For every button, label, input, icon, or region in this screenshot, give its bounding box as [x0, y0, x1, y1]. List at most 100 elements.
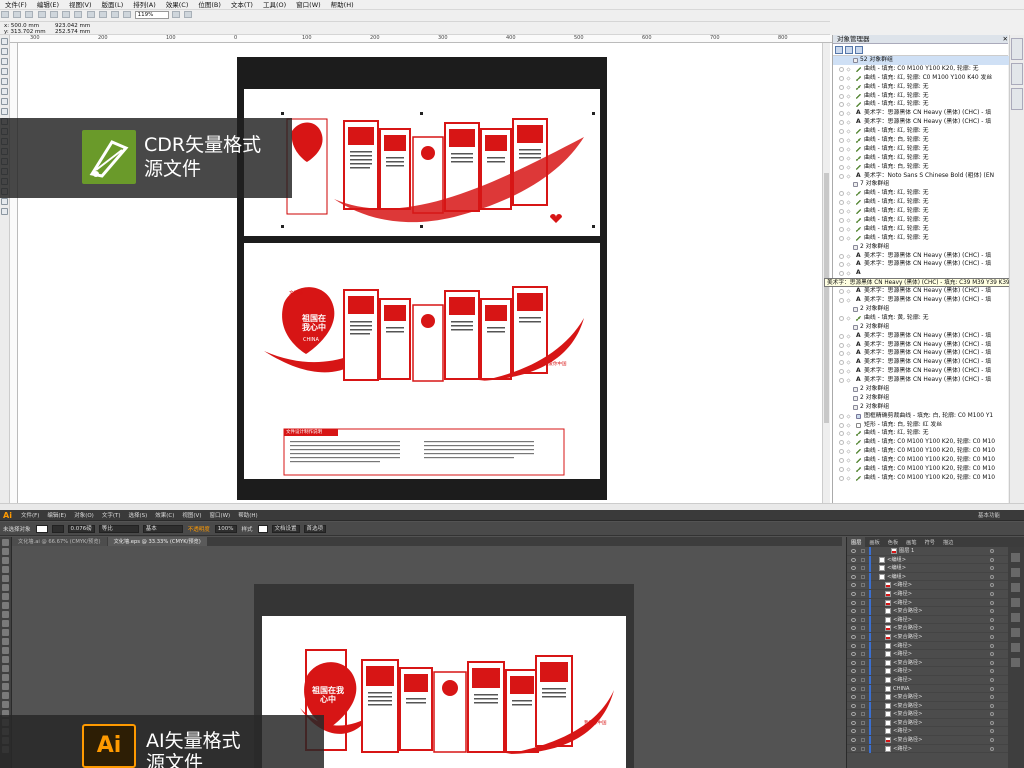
print-toggle-icon[interactable] — [846, 173, 851, 179]
object-row[interactable]: A美术字：思源黑体 CN Heavy (黑体) (CHC) - 填 — [833, 252, 1009, 261]
visibility-eye-icon[interactable] — [839, 209, 844, 215]
fill-tool-icon[interactable] — [1, 198, 8, 205]
ai-menu-item[interactable]: 对象(O) — [70, 511, 98, 519]
cut-icon[interactable] — [49, 11, 58, 18]
visibility-eye-icon[interactable] — [839, 449, 844, 455]
print-toggle-icon[interactable] — [846, 93, 851, 99]
layer-target-icon[interactable] — [990, 626, 994, 631]
mesh-icon[interactable] — [2, 674, 9, 681]
object-group-row[interactable]: 2 对象群组 — [833, 243, 1009, 252]
object-row[interactable]: 曲线 - 填充: 红, 轮廓: 无 — [833, 127, 1009, 136]
layer-target-icon[interactable] — [990, 660, 994, 665]
layer-row[interactable]: <路径> — [847, 744, 1024, 754]
object-row[interactable]: 曲线 - 填充: 白, 轮廓: 无 — [833, 163, 1009, 172]
ai-menu-item[interactable]: 视图(V) — [178, 511, 205, 519]
cdr-menu-item[interactable]: 位图(B) — [193, 0, 226, 10]
layer-lock-icon[interactable] — [861, 583, 865, 588]
ai-menu-item[interactable]: 编辑(E) — [43, 511, 70, 519]
print-toggle-icon[interactable] — [846, 218, 851, 223]
layer-visibility-icon[interactable] — [851, 600, 856, 605]
export-icon[interactable] — [123, 11, 132, 18]
blend-ai-icon[interactable] — [2, 701, 9, 708]
visibility-eye-icon[interactable] — [839, 75, 844, 81]
object-group-row[interactable]: 2 对象群组 — [833, 305, 1009, 314]
symbols-panel-icon[interactable] — [1011, 598, 1020, 607]
visibility-eye-icon[interactable] — [839, 173, 844, 179]
ellipse-tool-icon[interactable] — [1, 108, 8, 115]
undo-icon[interactable] — [86, 11, 95, 18]
rect-tool-icon[interactable] — [2, 602, 9, 609]
layer-lock-icon[interactable] — [861, 600, 865, 605]
layer-lock-icon[interactable] — [861, 738, 865, 743]
shape-tool-icon[interactable] — [1, 48, 8, 55]
print-toggle-icon[interactable] — [846, 111, 851, 116]
print-toggle-icon[interactable] — [846, 369, 851, 374]
visibility-eye-icon[interactable] — [839, 369, 844, 375]
layer-row[interactable]: <编组> — [847, 555, 1024, 565]
edit-across-layers-icon[interactable] — [845, 45, 853, 54]
print-toggle-icon[interactable] — [846, 253, 851, 259]
cdr-menu-item[interactable]: 帮助(H) — [326, 0, 359, 10]
layer-visibility-icon[interactable] — [851, 729, 856, 734]
layer-visibility-icon[interactable] — [851, 626, 856, 631]
layer-row[interactable]: <复合路径> — [847, 710, 1024, 719]
object-row[interactable]: A美术字：思源黑体 CN Heavy (黑体) (CHC) - 填 — [833, 118, 1009, 127]
workspace-switcher[interactable]: 基本功能 — [978, 511, 1000, 519]
visibility-eye-icon[interactable] — [839, 102, 844, 108]
cdr-menu-item[interactable]: 文本(T) — [226, 0, 258, 10]
layer-target-icon[interactable] — [990, 746, 994, 751]
direct-selection-icon[interactable] — [2, 548, 9, 555]
object-row[interactable]: A美术字：思源黑体 CN Heavy (黑体) (CHC) - 填 — [833, 341, 1009, 350]
save-icon[interactable] — [25, 11, 34, 18]
layer-lock-icon[interactable] — [861, 712, 865, 717]
visibility-eye-icon[interactable] — [839, 111, 844, 117]
rotate-icon[interactable] — [2, 629, 9, 636]
layer-lock-icon[interactable] — [861, 720, 865, 725]
layer-target-icon[interactable] — [990, 549, 994, 553]
layer-row[interactable]: <路径> — [847, 667, 1024, 676]
cdr-menu-item[interactable]: 编辑(E) — [32, 0, 64, 10]
print-icon[interactable] — [37, 11, 46, 18]
layer-visibility-icon[interactable] — [851, 574, 856, 579]
layer-row[interactable]: <复合路径> — [847, 693, 1024, 702]
visibility-eye-icon[interactable] — [839, 164, 844, 170]
visibility-eye-icon[interactable] — [839, 200, 844, 206]
cdr-menu-item[interactable]: 版面(L) — [97, 0, 129, 10]
object-row[interactable]: A美术字：思源黑体 CN Heavy (黑体) (CHC) - 填 — [833, 358, 1009, 367]
object-row[interactable]: 曲线 - 填充: 红, 轮廓: 无 — [833, 225, 1009, 234]
layer-target-icon[interactable] — [990, 669, 994, 674]
layer-target-icon[interactable] — [990, 729, 994, 734]
layer-row[interactable]: <路径> — [847, 641, 1024, 651]
object-row[interactable]: A — [833, 269, 1009, 278]
redo-icon[interactable] — [98, 11, 107, 18]
print-toggle-icon[interactable] — [846, 342, 851, 348]
layer-lock-icon[interactable] — [861, 695, 865, 700]
print-toggle-icon[interactable] — [846, 227, 851, 232]
layer-visibility-icon[interactable] — [851, 703, 856, 708]
artwork-preview-top[interactable] — [244, 89, 600, 236]
layer-target-icon[interactable] — [990, 652, 994, 657]
canvas-vertical-scrollbar[interactable] — [822, 43, 830, 503]
visibility-eye-icon[interactable] — [839, 333, 844, 339]
preferences-button[interactable]: 首选项 — [303, 524, 327, 533]
layer-target-icon[interactable] — [990, 609, 994, 614]
object-row[interactable]: 曲线 - 填充: C0 M100 Y100 K20, 轮廓: C0 M10 — [833, 465, 1009, 474]
visibility-eye-icon[interactable] — [839, 422, 844, 428]
import-icon[interactable] — [111, 11, 120, 18]
smart-fill-icon[interactable] — [1, 88, 8, 95]
print-toggle-icon[interactable] — [846, 316, 851, 321]
visibility-eye-icon[interactable] — [839, 253, 844, 259]
size-readout[interactable]: 923.042 mm 252.574 mm — [55, 23, 90, 35]
object-row[interactable]: 曲线 - 填充: 红, 轮廓: 无 — [833, 216, 1009, 225]
layer-target-icon[interactable] — [990, 557, 994, 562]
layer-visibility-icon[interactable] — [851, 738, 856, 743]
print-toggle-icon[interactable] — [846, 102, 851, 108]
print-toggle-icon[interactable] — [846, 378, 851, 383]
object-row[interactable]: 曲线 - 填充: 红, 轮廓: 无 — [833, 207, 1009, 216]
visibility-eye-icon[interactable] — [839, 271, 844, 277]
print-toggle-icon[interactable] — [846, 414, 851, 419]
docker-tab-object-manager[interactable] — [1011, 38, 1023, 60]
visibility-eye-icon[interactable] — [839, 129, 844, 135]
ai-menu-item[interactable]: 文件(F) — [17, 511, 43, 519]
visibility-eye-icon[interactable] — [839, 146, 844, 152]
